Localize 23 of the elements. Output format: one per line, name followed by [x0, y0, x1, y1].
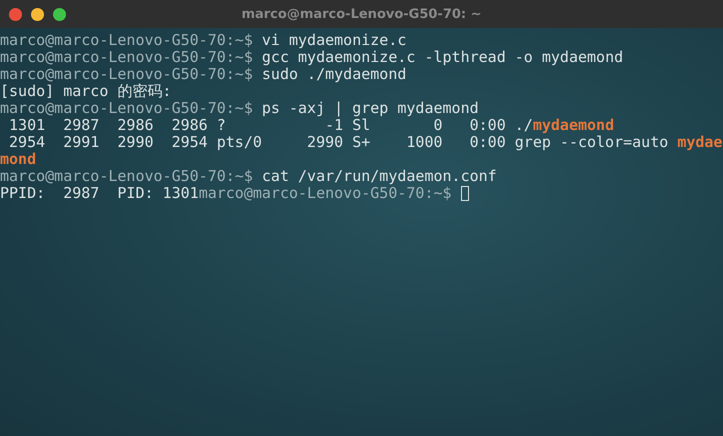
prompt-text: marco@marco-Lenovo-G50-70:~$: [0, 48, 253, 66]
minimize-icon[interactable]: [31, 8, 44, 20]
maximize-icon[interactable]: [53, 8, 66, 20]
output-text: [sudo] marco 的密码:: [0, 82, 172, 100]
command-text: cat /var/run/mydaemon.conf: [260, 167, 497, 185]
command-text: sudo ./mydaemond: [260, 65, 406, 83]
command-text: vi mydaemonize.c: [260, 31, 406, 49]
prompt-text: marco@marco-Lenovo-G50-70:~$: [0, 99, 253, 117]
prompt-text: marco@marco-Lenovo-G50-70:~$: [198, 184, 452, 202]
match-highlight: mydaemond: [532, 116, 614, 134]
command-text: ps -axj | grep mydaemond: [260, 99, 479, 117]
prompt-text: marco@marco-Lenovo-G50-70:~$: [0, 167, 253, 185]
output-text: 2954 2991 2990 2954 pts/0 2990 S+ 1000 0:00 grep --color=auto: [8, 133, 670, 151]
output-text: 1301 2987 2986 2986 ? -1 Sl 0 0:00 ./: [8, 116, 533, 134]
prompt-text: marco@marco-Lenovo-G50-70:~$: [0, 31, 253, 49]
prompt-text: marco@marco-Lenovo-G50-70:~$: [0, 65, 253, 83]
close-icon[interactable]: [9, 8, 22, 20]
text-cursor: [460, 186, 469, 201]
match-highlight: mydae: [677, 133, 722, 151]
command-text: gcc mydaemonize.c -lpthread -o mydaemond: [260, 48, 624, 66]
window-title: marco@marco-Lenovo-G50-70: ~: [241, 6, 482, 22]
match-highlight: mond: [0, 150, 36, 168]
output-text: PPID: 2987 PID: 1301: [0, 184, 199, 202]
